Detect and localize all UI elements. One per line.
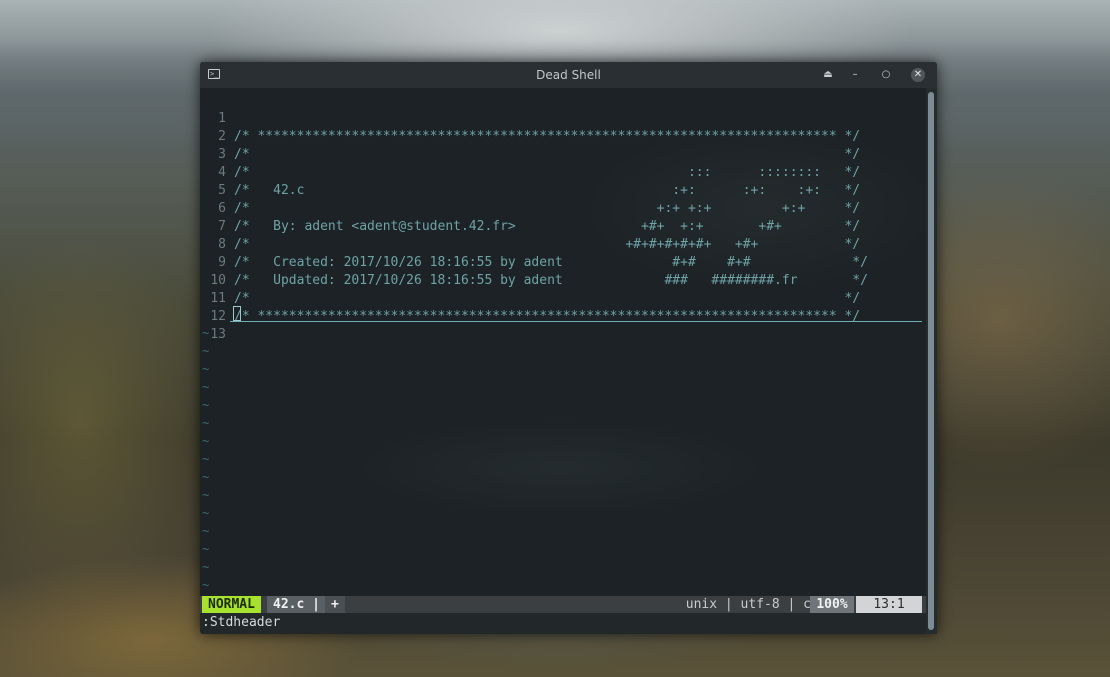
buffer-line: 8 /* Created: 2017/10/26 18:16:55 by ade… bbox=[200, 218, 926, 270]
scrollbar[interactable] bbox=[926, 88, 937, 634]
buffer-line: 6 /* By: adent <adent@student.42.fr> +#+… bbox=[200, 182, 926, 234]
buffer-line: 2 /* */ bbox=[200, 110, 926, 162]
empty-line-tilde: ~ bbox=[202, 344, 210, 358]
empty-line-tilde: ~ bbox=[202, 542, 210, 556]
buffer-line: 1 /* ***********************************… bbox=[200, 92, 926, 144]
empty-line-tilde: ~ bbox=[202, 524, 210, 538]
empty-line-tilde: ~ bbox=[202, 506, 210, 520]
buffer-line: 9 /* Updated: 2017/10/26 18:16:55 by ade… bbox=[200, 236, 926, 288]
eject-icon[interactable]: ⏏ bbox=[821, 68, 835, 82]
vim-editor-buffer[interactable]: 1 /* ***********************************… bbox=[200, 88, 926, 596]
restore-icon[interactable]: ○ bbox=[879, 68, 893, 82]
cursor-position: 13:1 bbox=[856, 596, 922, 613]
text-cursor bbox=[233, 306, 241, 321]
filename-label: 42.c | bbox=[267, 596, 326, 613]
empty-line-tilde: ~ bbox=[202, 326, 210, 340]
empty-line-tilde: ~ bbox=[202, 488, 210, 502]
buffer-line: 7 /* +#+#+#+#+#+ +#+ */ bbox=[200, 200, 926, 252]
minimize-icon[interactable]: – bbox=[848, 68, 862, 82]
empty-line-tilde: ~ bbox=[202, 560, 210, 574]
empty-line-tilde: ~ bbox=[202, 362, 210, 376]
empty-line-tilde: ~ bbox=[202, 578, 210, 592]
empty-line-tilde: ~ bbox=[202, 434, 210, 448]
vim-command-line[interactable]: :Stdheader bbox=[202, 614, 280, 631]
vim-statusline: NORMAL 42.c | + unix | utf-8 | c 100% 13… bbox=[200, 596, 926, 613]
buffer-line: 10 /* */ bbox=[200, 254, 926, 306]
cursor-line-underline bbox=[230, 321, 922, 322]
buffer-line: 4 /* 42.c :+: :+: :+: */ bbox=[200, 146, 926, 198]
buffer-line: 11 /* **********************************… bbox=[200, 272, 926, 324]
buffer-line: 12 bbox=[200, 290, 926, 324]
modified-flag: + bbox=[325, 596, 345, 613]
empty-line-tilde: ~ bbox=[202, 416, 210, 430]
buffer-line: 5 /* +:+ +:+ +:+ */ bbox=[200, 164, 926, 216]
empty-line-tilde: ~ bbox=[202, 380, 210, 394]
empty-line-tilde: ~ bbox=[202, 398, 210, 412]
empty-line-tilde: ~ bbox=[202, 470, 210, 484]
window-titlebar[interactable]: >_ Dead Shell ⏏ – ○ ✕ bbox=[200, 62, 937, 88]
empty-line-tilde: ~ bbox=[202, 452, 210, 466]
scroll-percent: 100% bbox=[810, 596, 854, 613]
file-format-info: unix | utf-8 | c bbox=[685, 597, 811, 612]
scrollbar-thumb[interactable] bbox=[928, 92, 934, 630]
buffer-line-current: 13 bbox=[200, 308, 926, 342]
buffer-line: 3 /* ::: :::::::: */ bbox=[200, 128, 926, 180]
mode-indicator: NORMAL bbox=[202, 596, 261, 613]
close-icon[interactable]: ✕ bbox=[911, 68, 925, 82]
terminal-window: >_ Dead Shell ⏏ – ○ ✕ 1 /* *************… bbox=[200, 62, 937, 634]
